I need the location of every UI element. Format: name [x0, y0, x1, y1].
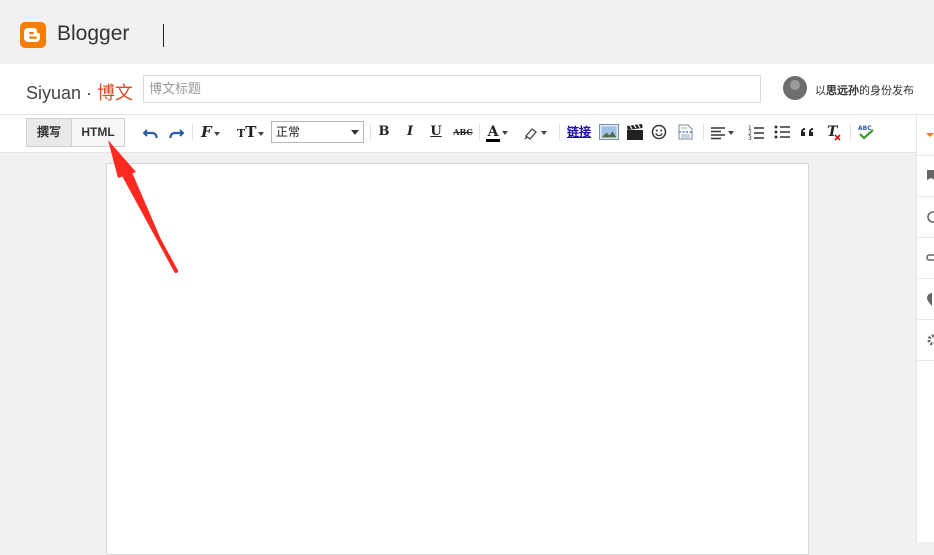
toolbar-divider: [850, 124, 851, 141]
section-label: 博文: [97, 83, 134, 103]
blogger-logo-icon[interactable]: [20, 22, 46, 48]
remove-format-icon[interactable]: T: [826, 123, 842, 141]
numbered-list-icon[interactable]: 123: [748, 123, 764, 141]
post-title-input[interactable]: [143, 75, 761, 103]
video-icon[interactable]: [626, 123, 644, 141]
link-label: 链接: [566, 125, 591, 139]
emoji-icon[interactable]: [651, 123, 667, 141]
svg-text:3: 3: [748, 135, 752, 141]
post-title-row: Siyuan · 博文 以思远孙的身份发布: [0, 64, 934, 115]
breadcrumb: Siyuan · 博文: [26, 79, 133, 105]
permalink-icon[interactable]: [917, 238, 934, 279]
publish-prefix: 以: [815, 84, 826, 97]
jump-break-icon[interactable]: [677, 123, 695, 141]
app-logo-text[interactable]: Blogger: [57, 22, 129, 46]
toolbar-divider: [703, 124, 704, 141]
post-settings-sidebar: [916, 115, 934, 542]
format-select-value: 正常: [276, 125, 301, 139]
font-size-icon[interactable]: TT: [237, 123, 267, 141]
svg-text:ABC: ABC: [858, 125, 872, 132]
align-icon[interactable]: [710, 123, 740, 141]
editor-toolbar: 撰写 HTML F TT 正常 B I U ABC A 链接 1 2 3 T A…: [0, 115, 916, 153]
post-body-editor[interactable]: [106, 163, 809, 555]
blog-name[interactable]: Siyuan: [26, 83, 81, 103]
toolbar-divider: [479, 124, 480, 141]
header-divider: [163, 24, 164, 47]
toolbar-divider: [370, 124, 371, 141]
publish-as-text: 以思远孙的身份发布: [815, 82, 914, 98]
link-icon[interactable]: 链接: [566, 123, 592, 141]
breadcrumb-separator: ·: [81, 83, 98, 103]
format-select[interactable]: 正常: [271, 121, 364, 143]
italic-icon[interactable]: I: [403, 123, 417, 141]
location-icon[interactable]: [917, 279, 934, 320]
quote-icon[interactable]: [800, 123, 816, 141]
toolbar-divider: [192, 124, 193, 141]
settings-caret-icon[interactable]: [917, 115, 934, 156]
publish-suffix: 的身份发布: [859, 84, 914, 97]
toolbar-divider: [559, 124, 560, 141]
spellcheck-icon[interactable]: ABC: [857, 123, 875, 141]
schedule-icon[interactable]: [917, 197, 934, 238]
font-family-icon[interactable]: F: [201, 123, 231, 141]
options-icon[interactable]: [917, 320, 934, 361]
publisher-name: 思远孙: [826, 84, 859, 97]
undo-icon[interactable]: [143, 123, 159, 141]
highlight-icon[interactable]: [523, 123, 553, 141]
chevron-down-icon: [351, 130, 359, 135]
labels-icon[interactable]: [917, 156, 934, 197]
avatar[interactable]: [783, 76, 807, 100]
bullet-list-icon[interactable]: [774, 123, 790, 141]
tab-html[interactable]: HTML: [71, 118, 125, 147]
redo-icon[interactable]: [168, 123, 184, 141]
tab-compose[interactable]: 撰写: [26, 118, 72, 147]
strikethrough-icon[interactable]: ABC: [452, 123, 474, 141]
top-bar: Blogger: [0, 0, 934, 64]
text-color-icon[interactable]: A: [486, 123, 516, 142]
underline-icon[interactable]: U: [429, 123, 443, 141]
bold-icon[interactable]: B: [377, 123, 391, 141]
image-icon[interactable]: [599, 123, 619, 141]
